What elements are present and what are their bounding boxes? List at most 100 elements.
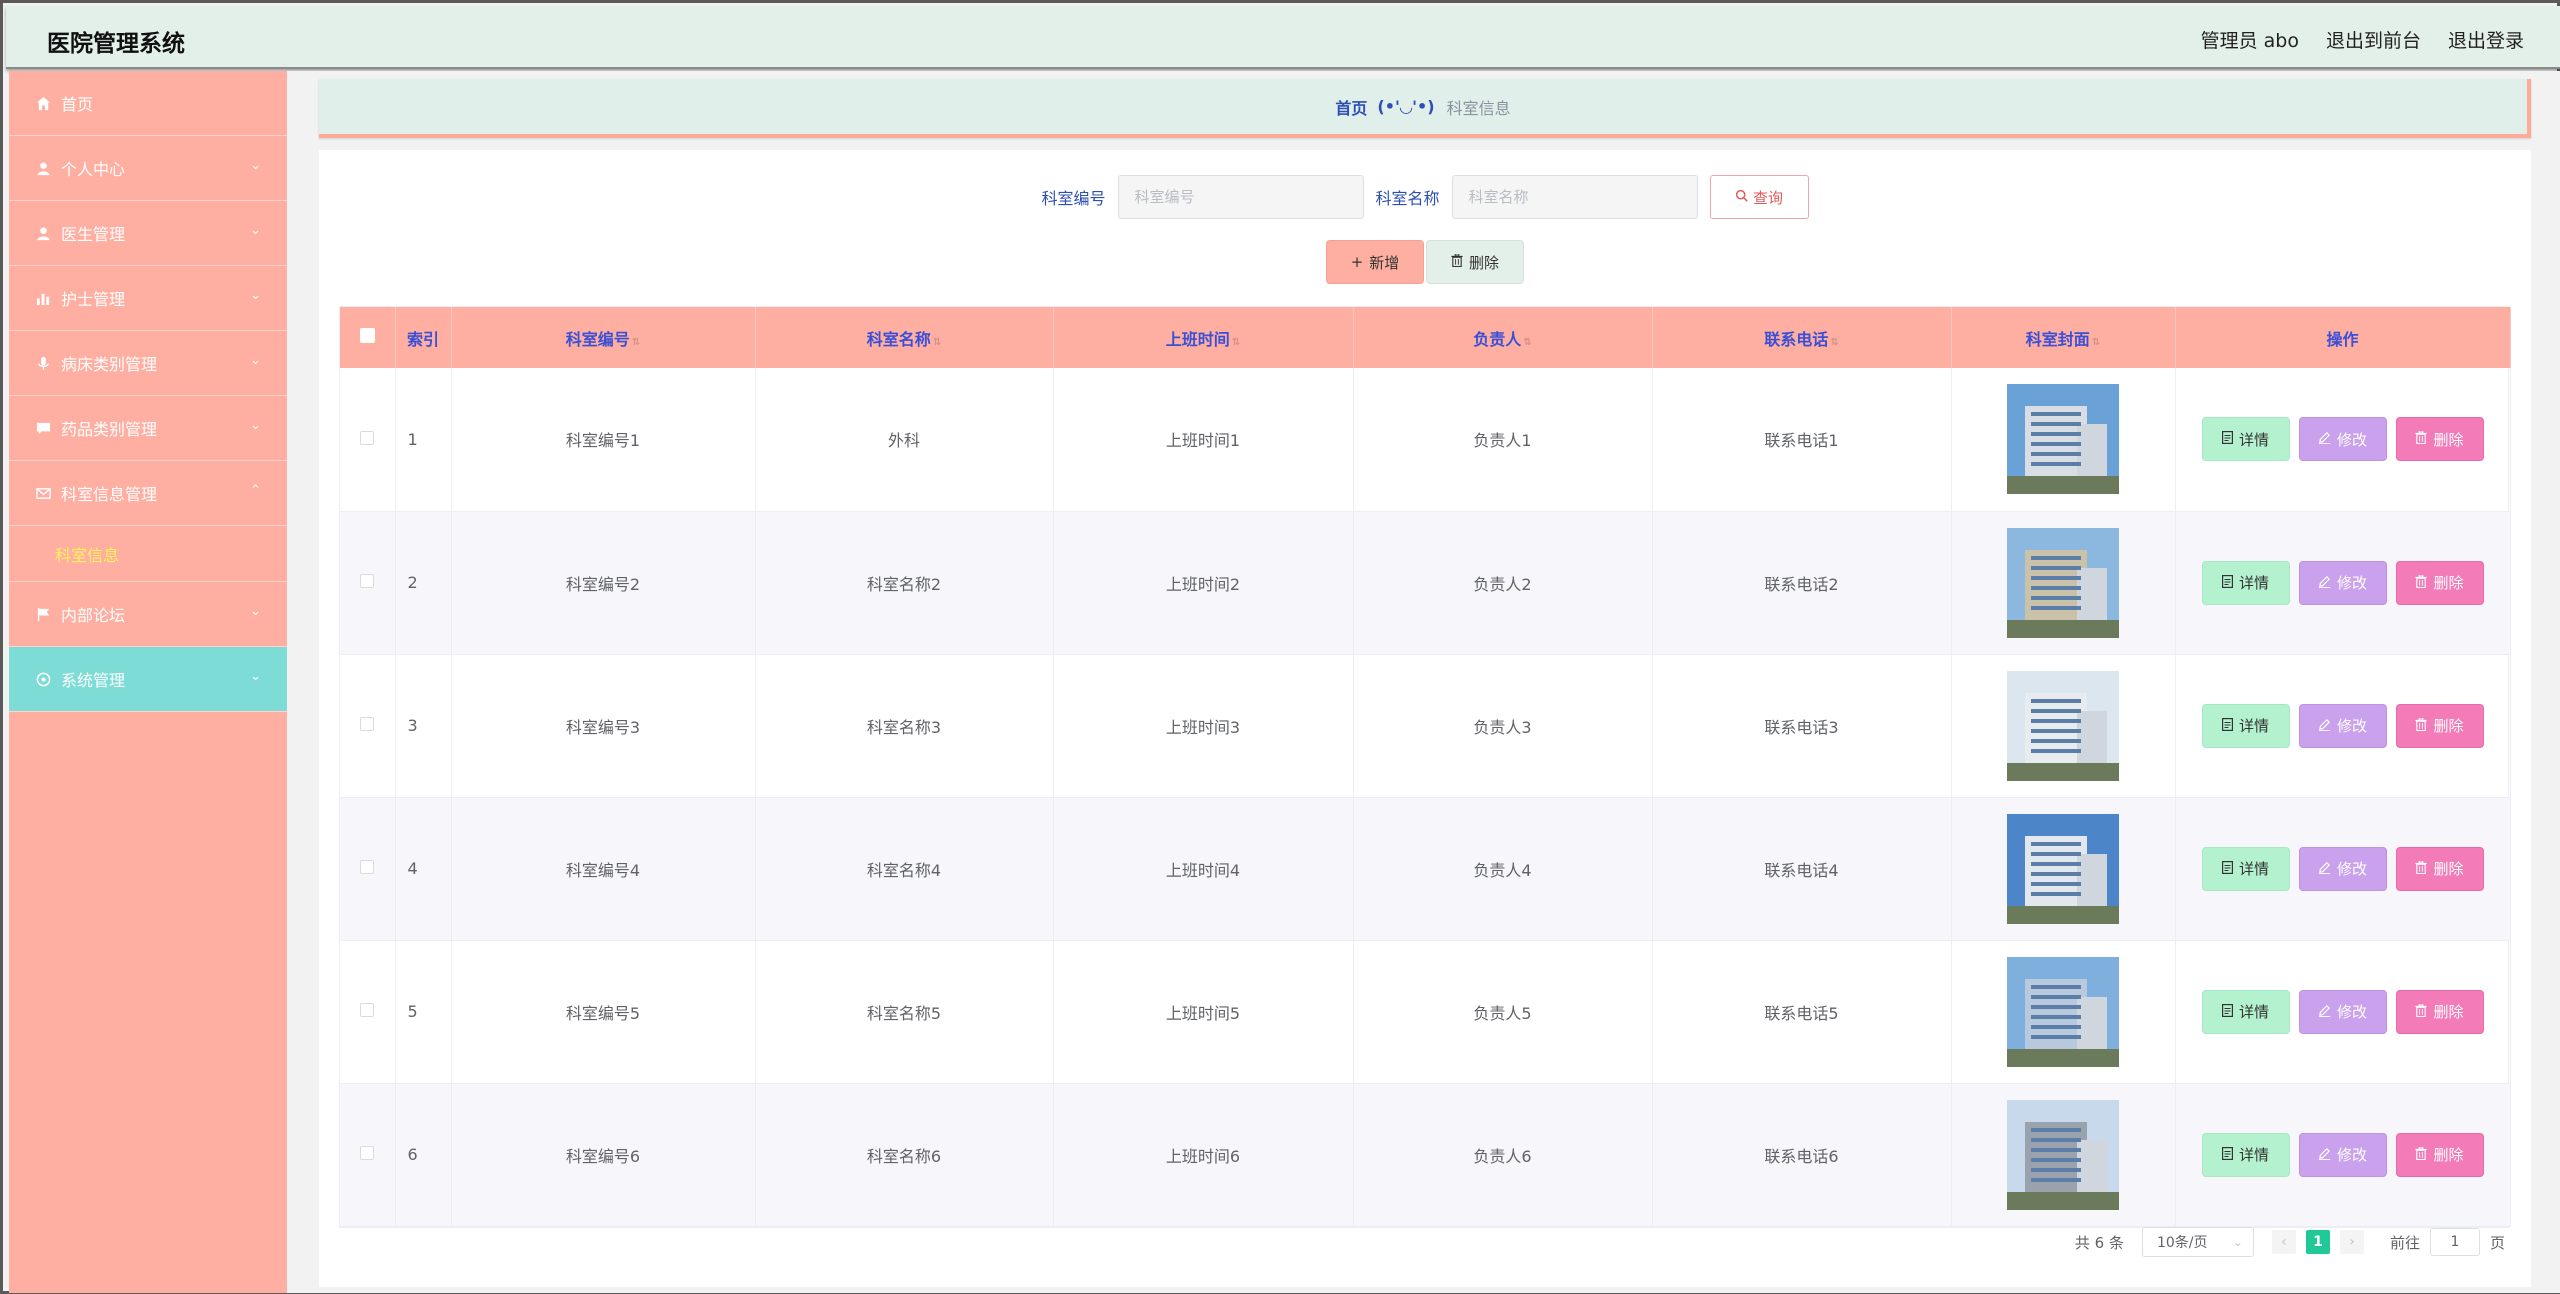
row-select-cell <box>340 1083 396 1226</box>
cell-actions: 详情 修改 删除 <box>2175 654 2511 797</box>
department-cover-image[interactable] <box>2007 1099 2119 1210</box>
cell-index: 6 <box>395 1083 452 1226</box>
row-checkbox[interactable] <box>360 574 375 588</box>
sort-icon[interactable]: ⇅ <box>2092 337 2100 348</box>
delete-button[interactable]: 删除 <box>2395 989 2484 1034</box>
edit-button[interactable]: 修改 <box>2298 1132 2387 1177</box>
delete-button[interactable]: 删除 <box>2395 703 2484 748</box>
sort-icon[interactable]: ⇅ <box>1523 337 1531 348</box>
document-icon <box>2221 1003 2233 1021</box>
cell-time: 上班时间3 <box>1053 654 1354 797</box>
query-button[interactable]: 查询 <box>1709 175 1809 219</box>
sidebar-item-label: 系统管理 <box>61 671 126 690</box>
sort-icon[interactable]: ⇅ <box>933 337 941 348</box>
logout-link[interactable]: 退出登录 <box>2448 26 2524 53</box>
table-row: 5 科室编号5 科室名称5 上班时间5 负责人5 联系电话5 详情 修改 删除 <box>340 940 2511 1083</box>
sidebar-item-system-management[interactable]: 系统管理 ⌄ <box>9 647 287 712</box>
detail-button[interactable]: 详情 <box>2201 703 2290 748</box>
department-cover-image[interactable] <box>2007 384 2119 495</box>
row-select-cell <box>340 940 396 1083</box>
sidebar-item-drug-category[interactable]: 药品类别管理 ⌄ <box>9 396 287 461</box>
cell-actions: 详情 修改 删除 <box>2175 797 2511 940</box>
detail-button[interactable]: 详情 <box>2201 846 2290 891</box>
sidebar-item-home[interactable]: 首页 <box>9 71 287 136</box>
column-header-time[interactable]: 上班时间 ⇅ <box>1053 307 1354 368</box>
detail-button[interactable]: 详情 <box>2201 1132 2290 1177</box>
cell-time: 上班时间5 <box>1053 940 1354 1083</box>
detail-button[interactable]: 详情 <box>2201 989 2290 1034</box>
column-header-label: 科室编号 <box>565 329 630 349</box>
delete-button[interactable]: 删除 <box>2395 846 2484 891</box>
mail-icon <box>35 485 51 501</box>
edit-button[interactable]: 修改 <box>2298 560 2387 605</box>
cell-code: 科室编号1 <box>451 368 756 511</box>
column-header-actions: 操作 <box>2175 307 2511 368</box>
select-all-checkbox[interactable] <box>359 328 375 343</box>
column-header-name[interactable]: 科室名称 ⇅ <box>755 307 1054 368</box>
row-checkbox[interactable] <box>360 860 375 874</box>
column-header-owner[interactable]: 负责人 ⇅ <box>1353 307 1653 368</box>
document-icon <box>2221 717 2233 735</box>
pagination: 共 6 条 10条/页 ⌄ ‹ 1 › 前往 页 <box>2075 1227 2505 1257</box>
detail-button-label: 详情 <box>2238 717 2269 735</box>
edit-button[interactable]: 修改 <box>2298 989 2387 1034</box>
department-cover-image[interactable] <box>2007 670 2119 781</box>
row-checkbox[interactable] <box>360 1003 375 1017</box>
row-checkbox[interactable] <box>360 717 375 731</box>
column-header-cover[interactable]: 科室封面 ⇅ <box>1951 307 2176 368</box>
batch-delete-button[interactable]: 删除 <box>1426 240 1524 284</box>
sort-icon[interactable]: ⇅ <box>1232 337 1240 348</box>
sort-icon[interactable]: ⇅ <box>1830 337 1838 348</box>
next-page-button[interactable]: › <box>2339 1230 2364 1254</box>
cell-index: 2 <box>395 511 452 654</box>
exit-to-front-link[interactable]: 退出到前台 <box>2326 26 2421 53</box>
department-code-input[interactable] <box>1117 175 1364 219</box>
cell-owner: 负责人1 <box>1353 368 1653 511</box>
sidebar-item-bed-category[interactable]: 病床类别管理 ⌄ <box>9 331 287 396</box>
trash-icon <box>2415 717 2428 735</box>
document-icon <box>2221 860 2233 878</box>
sidebar-item-doctor-management[interactable]: 医生管理 ⌄ <box>9 201 287 266</box>
delete-button[interactable]: 删除 <box>2395 417 2484 462</box>
detail-button[interactable]: 详情 <box>2201 560 2290 605</box>
cell-index: 5 <box>395 940 452 1083</box>
delete-button[interactable]: 删除 <box>2395 1132 2484 1177</box>
row-checkbox[interactable] <box>360 1146 375 1160</box>
sidebar-item-forum[interactable]: 内部论坛 ⌄ <box>9 582 287 647</box>
column-header-label: 联系电话 <box>1764 329 1829 349</box>
breadcrumb-home[interactable]: 首页 <box>1335 95 1367 119</box>
department-cover-image[interactable] <box>2007 813 2119 924</box>
edit-button[interactable]: 修改 <box>2298 417 2387 462</box>
department-cover-image[interactable] <box>2007 956 2119 1067</box>
sidebar-item-personal-center[interactable]: 个人中心 ⌄ <box>9 136 287 201</box>
department-cover-image[interactable] <box>2007 527 2119 638</box>
detail-button-label: 详情 <box>2238 1003 2269 1021</box>
edit-button[interactable]: 修改 <box>2298 846 2387 891</box>
add-button[interactable]: + 新增 <box>1326 240 1424 284</box>
prev-page-button[interactable]: ‹ <box>2271 1230 2296 1254</box>
row-checkbox[interactable] <box>360 430 375 445</box>
page-number-button[interactable]: 1 <box>2305 1230 2330 1254</box>
chevron-down-icon: ⌄ <box>2232 1235 2243 1249</box>
delete-button[interactable]: 删除 <box>2395 560 2484 605</box>
goto-page-input[interactable] <box>2429 1228 2480 1256</box>
column-header-label: 科室名称 <box>866 329 931 349</box>
chevron-down-icon: ⌄ <box>250 158 261 173</box>
page-size-value: 10条/页 <box>2156 1235 2208 1251</box>
detail-button[interactable]: 详情 <box>2201 417 2290 462</box>
document-icon <box>2221 430 2233 448</box>
page-size-select[interactable]: 10条/页 ⌄ <box>2141 1227 2254 1257</box>
admin-user-label[interactable]: 管理员 abo <box>2201 26 2299 53</box>
detail-button-label: 详情 <box>2238 1146 2269 1164</box>
edit-button[interactable]: 修改 <box>2298 703 2387 748</box>
sidebar-item-department-management[interactable]: 科室信息管理 ⌃ <box>9 461 287 526</box>
chevron-down-icon: ⌄ <box>250 288 261 303</box>
column-header-phone[interactable]: 联系电话 ⇅ <box>1652 307 1952 368</box>
user-area: 管理员 abo 退出到前台 退出登录 <box>2201 26 2524 53</box>
column-header-code[interactable]: 科室编号 ⇅ <box>451 307 756 368</box>
department-name-input[interactable] <box>1451 175 1698 219</box>
sidebar-item-nurse-management[interactable]: 护士管理 ⌄ <box>9 266 287 331</box>
detail-button-label: 详情 <box>2238 574 2269 592</box>
sidebar-subitem-department-info[interactable]: 科室信息 <box>9 526 287 582</box>
sort-icon[interactable]: ⇅ <box>632 337 640 348</box>
